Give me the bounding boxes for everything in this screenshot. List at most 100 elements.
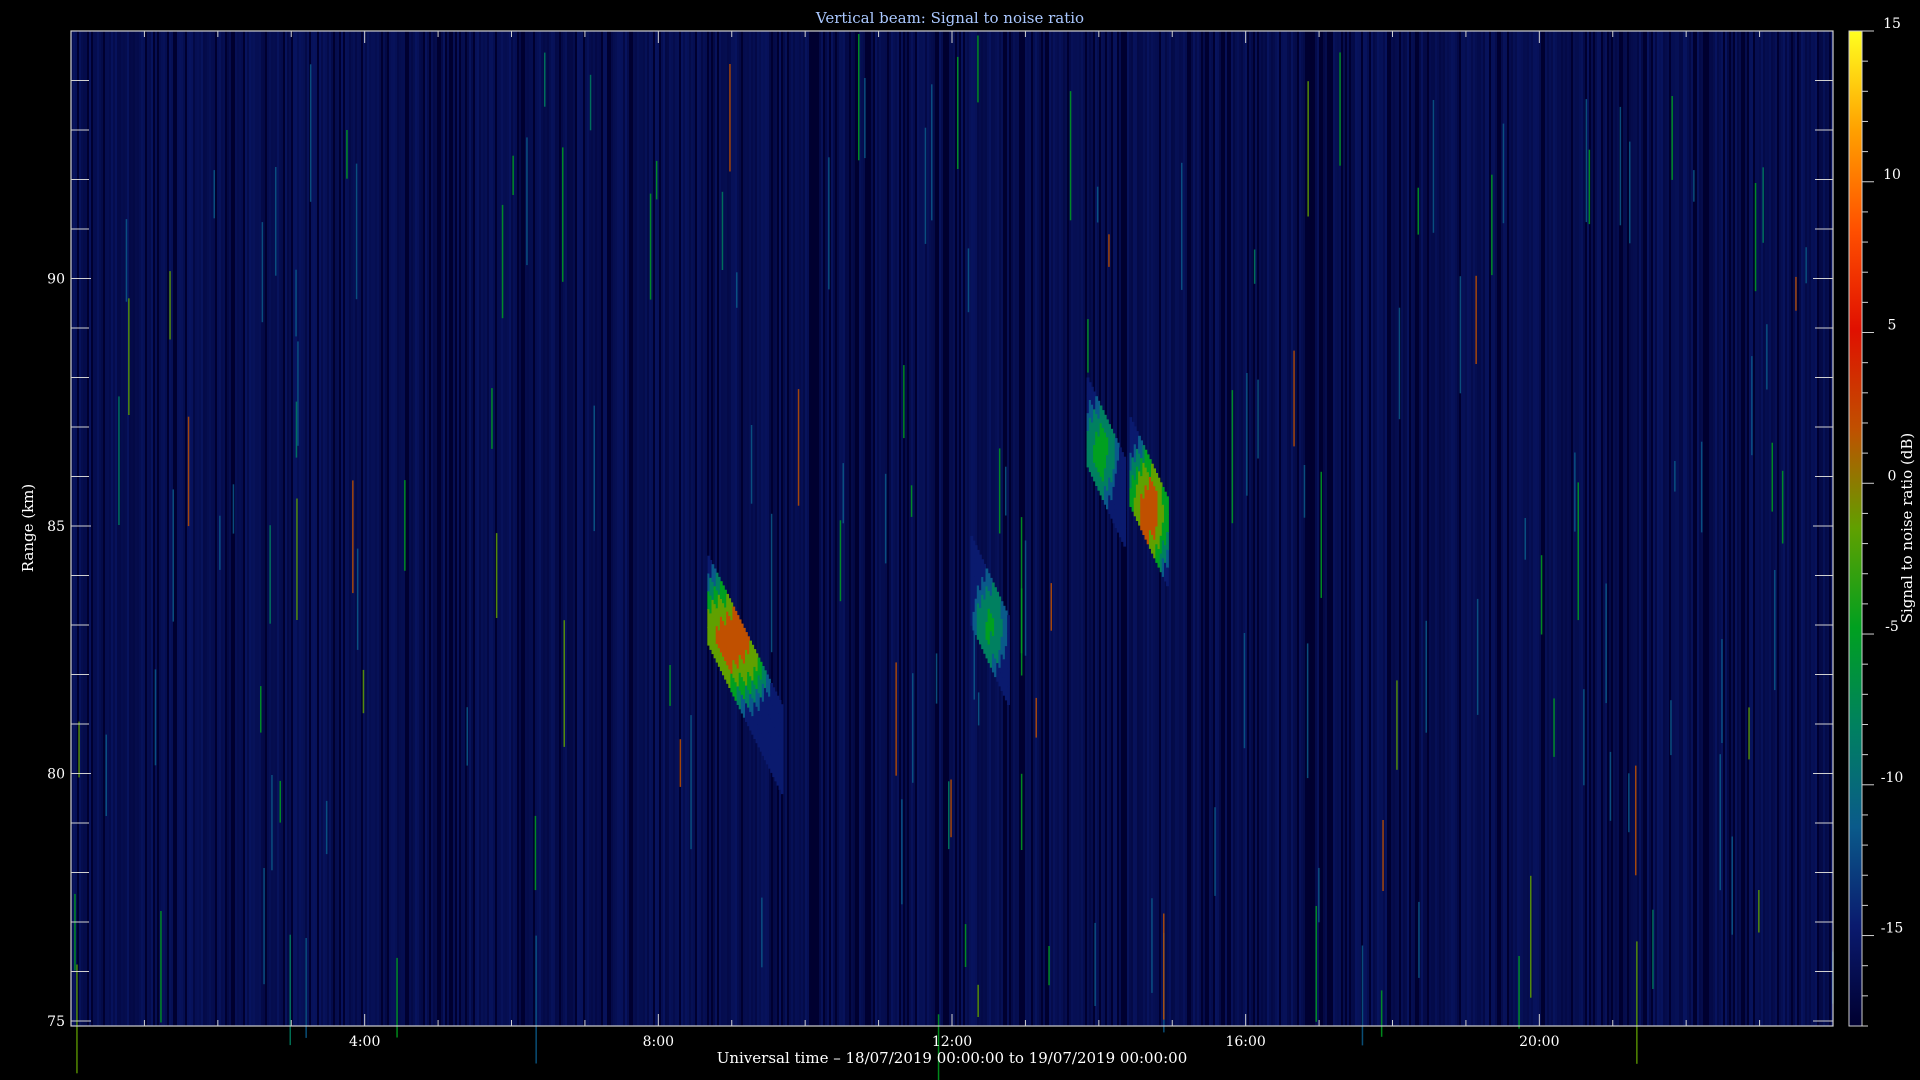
heatmap-column [1425,31,1427,1026]
heatmap-column [797,31,799,1026]
heatmap-column [1049,31,1051,1026]
heatmap-column [1211,31,1213,1026]
heatmap-column [367,31,369,1026]
heatmap-column [147,31,149,1026]
noise-streak [1540,555,1543,635]
heatmap-column [1515,31,1517,1026]
heatmap-column [1649,31,1651,1026]
noise-streak [750,425,753,504]
heatmap-column [1471,31,1473,1026]
heatmap-column [1791,31,1793,1026]
heatmap-column [1463,31,1465,1026]
heatmap-column [1451,31,1453,1026]
heatmap-column [1133,31,1135,1026]
heatmap-column [877,31,879,1026]
heatmap-column [1325,31,1327,1026]
heatmap-column [555,31,557,1026]
heatmap-column [127,31,129,1026]
noise-streak [935,653,938,704]
heatmap-column [975,31,977,1026]
heatmap-column [1625,31,1627,1026]
heatmap-column [873,31,875,1026]
heatmap-column [731,31,733,1026]
heatmap-column [1751,31,1753,1026]
x-tick-label: 16:00 [1225,1034,1265,1050]
heatmap-column [1357,31,1359,1026]
heatmap-column [409,31,411,1026]
noise-streak [736,272,738,308]
heatmap-column [361,31,363,1026]
heatmap-column [1393,31,1395,1026]
heatmap-column [993,31,995,1026]
heatmap-column [759,31,761,1026]
heatmap-column [375,31,377,1026]
heatmap-column [411,31,413,1026]
heatmap-column [1197,31,1199,1026]
noise-streak [1151,898,1153,993]
heatmap-column [1651,31,1653,1026]
heatmap-column [1607,31,1609,1026]
colorbar: 15 10 5 0 -5 -10 -15 Signal to noise ratio (dB… [1848,16,1916,1027]
y-tick-label: 75 [47,1014,65,1030]
heatmap-column [815,31,817,1026]
heatmap-column [727,31,729,1026]
noise-streak [154,669,157,766]
echo-cell [1166,567,1169,587]
heatmap-column [747,31,749,1026]
heatmap-column [1411,31,1413,1026]
noise-streak [526,137,528,266]
noise-streak [1361,945,1364,1046]
heatmap-column [949,31,951,1026]
heatmap-column [745,31,747,1026]
heatmap-column [1707,31,1709,1026]
heatmap-column [615,31,617,1026]
heatmap-column [1103,31,1105,1026]
heatmap-column [1377,31,1379,1026]
heatmap-column [1655,31,1657,1026]
heatmap-column [793,31,795,1026]
heatmap-column [969,31,971,1026]
heatmap-column [763,31,765,1026]
heatmap-column [1675,31,1677,1026]
heatmap-column [647,31,649,1026]
noise-streak [1491,174,1493,276]
heatmap-column [757,31,759,1026]
heatmap-column [1667,31,1669,1026]
heatmap-column [1477,31,1479,1026]
heatmap-column [589,31,591,1026]
heatmap-column [1709,31,1711,1026]
heatmap-column [1413,31,1415,1026]
heatmap-column [113,31,115,1026]
heatmap-column [633,31,635,1026]
heatmap-column [1363,31,1365,1026]
heatmap-column [1533,31,1535,1026]
heatmap-column [209,31,211,1026]
heatmap-column [1175,31,1177,1026]
noise-streak [1380,990,1383,1037]
noise-streak [967,248,970,313]
heatmap-column [217,31,219,1026]
heatmap-column [123,31,125,1026]
heatmap-column [185,31,187,1026]
noise-streak [78,721,80,778]
echo-cell [780,757,784,777]
heatmap-column [1039,31,1041,1026]
heatmap-column [339,31,341,1026]
heatmap-column [335,31,337,1026]
heatmap-column [573,31,575,1026]
heatmap-column [1743,31,1745,1026]
heatmap-column [1289,31,1291,1026]
noise-streak [1048,946,1050,986]
heatmap-column [1599,31,1601,1026]
y-tick-label: 90 [47,272,65,288]
heatmap-column [917,31,919,1026]
heatmap-column [661,31,663,1026]
heatmap-column [481,31,483,1026]
heatmap-column [1369,31,1371,1026]
heatmap-column [851,31,853,1026]
heatmap-column [1465,31,1467,1026]
heatmap-column [1747,31,1749,1026]
heatmap-column [1081,31,1083,1026]
noise-streak [1524,518,1526,560]
noise-streak [931,84,933,221]
